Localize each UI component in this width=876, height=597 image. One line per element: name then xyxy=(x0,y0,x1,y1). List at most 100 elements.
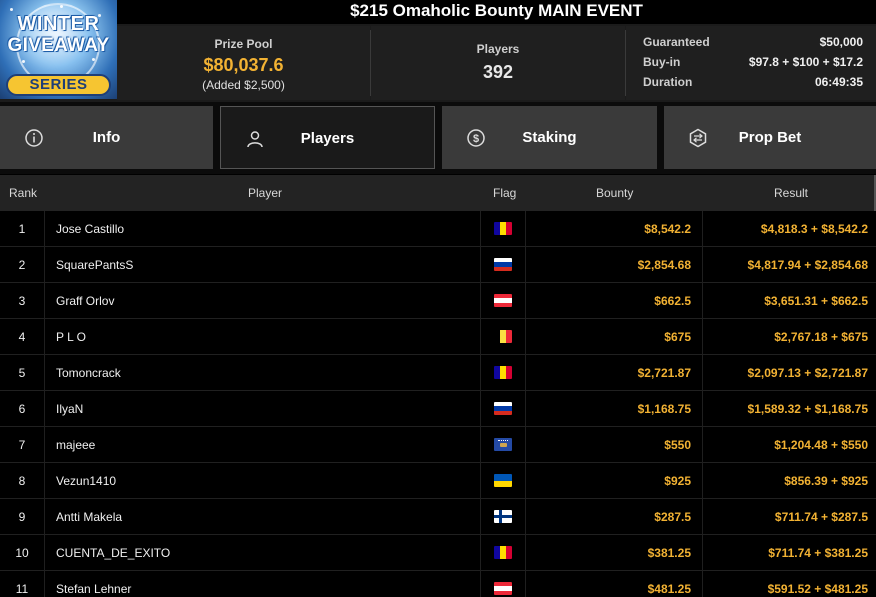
tab-info[interactable]: Info xyxy=(0,106,213,169)
tab-info-label: Info xyxy=(92,129,121,146)
tab-players-label: Players xyxy=(300,130,355,147)
result-cell: $1,589.32 + $1,168.75 xyxy=(747,402,868,416)
bounty-cell: $675 xyxy=(664,330,691,344)
header-flag[interactable]: Flag xyxy=(493,186,516,200)
winter-giveaway-logo: WINTER GIVEAWAY SERIES xyxy=(0,0,117,99)
column-divider xyxy=(44,355,45,391)
rank-cell: 5 xyxy=(18,366,26,380)
player-name-cell[interactable]: Tomoncrack xyxy=(56,366,121,380)
column-divider xyxy=(480,463,481,499)
result-cell: $2,097.13 + $2,721.87 xyxy=(747,366,868,380)
tab-prop-bet-label: Prop Bet xyxy=(738,129,802,146)
column-divider xyxy=(525,247,526,283)
column-divider xyxy=(702,427,703,463)
header-player[interactable]: Player xyxy=(248,186,282,200)
bounty-cell: $925 xyxy=(664,474,691,488)
prize-pool-value: $80,037.6 xyxy=(203,55,284,75)
column-divider xyxy=(480,355,481,391)
column-divider xyxy=(480,391,481,427)
duration-value: 06:49:35 xyxy=(814,75,863,89)
column-divider xyxy=(44,499,45,535)
result-cell: $3,651.31 + $662.5 xyxy=(764,294,868,308)
tab-staking[interactable]: $ Staking xyxy=(442,106,657,169)
table-row[interactable]: 4 P L O $675 $2,767.18 + $675 xyxy=(0,319,876,355)
table-row[interactable]: 8 Vezun1410 $925 $856.39 + $925 xyxy=(0,463,876,499)
tab-staking-label: Staking xyxy=(522,129,577,146)
table-row[interactable]: 5 Tomoncrack $2,721.87 $2,097.13 + $2,721.8… xyxy=(0,355,876,391)
buy-in-row: Buy-in $97.8 + $100 + $17.2 xyxy=(643,55,863,73)
header-result[interactable]: Result xyxy=(774,186,808,200)
rank-cell: 11 xyxy=(15,582,29,596)
player-name-cell[interactable]: P L O xyxy=(56,330,86,344)
column-divider xyxy=(525,427,526,463)
player-name-cell[interactable]: SquarePantsS xyxy=(56,258,133,272)
logo-line-3: SERIES xyxy=(29,76,88,93)
table-row[interactable]: 2 SquarePantsS $2,854.68 $4,817.94 + $2,854… xyxy=(0,247,876,283)
column-divider xyxy=(44,283,45,319)
column-divider xyxy=(44,247,45,283)
tournament-header: WINTER GIVEAWAY SERIES $215 Omaholic Bou… xyxy=(0,0,876,102)
player-name-cell[interactable]: CUENTA_DE_EXITO xyxy=(56,546,170,560)
player-name-cell[interactable]: Antti Makela xyxy=(56,510,122,524)
column-divider xyxy=(480,319,481,355)
rank-cell: 8 xyxy=(18,474,26,488)
column-divider xyxy=(702,463,703,499)
bounty-cell: $1,168.75 xyxy=(637,402,691,416)
column-divider xyxy=(44,535,45,571)
table-row[interactable]: 11 Stefan Lehner $481.25 $591.52 + $481.25 xyxy=(0,571,876,597)
bounty-cell: $550 xyxy=(664,438,691,452)
country-flag-icon xyxy=(494,438,512,451)
table-row[interactable]: 10 CUENTA_DE_EXITO $381.25 $711.74 + $381.2… xyxy=(0,535,876,571)
player-name-cell[interactable]: Vezun1410 xyxy=(56,474,116,488)
player-name-cell[interactable]: majeee xyxy=(56,438,95,452)
guaranteed-value: $50,000 xyxy=(819,35,863,49)
column-divider xyxy=(702,211,703,247)
result-cell: $856.39 + $925 xyxy=(784,474,868,488)
bounty-cell: $381.25 xyxy=(647,546,691,560)
table-row[interactable]: 9 Antti Makela $287.5 $711.74 + $287.5 xyxy=(0,499,876,535)
column-divider xyxy=(702,355,703,391)
column-divider xyxy=(480,247,481,283)
buy-in-label: Buy-in xyxy=(643,55,681,69)
prize-pool-label: Prize Pool xyxy=(214,37,273,51)
rank-cell: 4 xyxy=(18,330,26,344)
logo-line-1: WINTER xyxy=(17,13,100,35)
table-row[interactable]: 3 Graff Orlov $662.5 $3,651.31 + $662.5 xyxy=(0,283,876,319)
bounty-cell: $2,721.87 xyxy=(637,366,691,380)
table-row[interactable]: 1 Jose Castillo $8,542.2 $4,818.3 + $8,542.… xyxy=(0,211,876,247)
guaranteed-row: Guaranteed $50,000 xyxy=(643,35,863,53)
player-name-cell[interactable]: Jose Castillo xyxy=(56,222,124,236)
table-row[interactable]: 7 majeee $550 $1,204.48 + $550 xyxy=(0,427,876,463)
bounty-cell: $662.5 xyxy=(654,294,691,308)
rank-cell: 9 xyxy=(18,510,26,524)
player-name-cell[interactable]: IlyaN xyxy=(56,402,83,416)
column-divider xyxy=(44,319,45,355)
bounty-cell: $481.25 xyxy=(647,582,691,596)
column-divider xyxy=(525,391,526,427)
column-divider xyxy=(702,571,703,597)
result-cell: $711.74 + $381.25 xyxy=(768,546,868,560)
tournament-title: $215 Omaholic Bounty MAIN EVENT xyxy=(117,0,876,24)
tab-prop-bet[interactable]: Prop Bet xyxy=(664,106,876,169)
country-flag-icon xyxy=(494,258,512,271)
rank-cell: 6 xyxy=(18,402,26,416)
buy-in-value: $97.8 + $100 + $17.2 xyxy=(748,55,863,69)
header-rank[interactable]: Rank xyxy=(9,186,37,200)
players-table: Rank Player Flag Bounty Result 1 Jose Cas… xyxy=(0,175,876,597)
column-divider xyxy=(44,391,45,427)
bounty-cell: $2,854.68 xyxy=(637,258,691,272)
table-row[interactable]: 6 IlyaN $1,168.75 $1,589.32 + $1,168.75 xyxy=(0,391,876,427)
column-divider xyxy=(480,427,481,463)
column-divider xyxy=(44,571,45,597)
header-bounty[interactable]: Bounty xyxy=(596,186,633,200)
result-cell: $711.74 + $287.5 xyxy=(774,510,868,524)
column-divider xyxy=(702,391,703,427)
logo-line-2: GIVEAWAY xyxy=(7,35,110,56)
player-name-cell[interactable]: Graff Orlov xyxy=(56,294,114,308)
column-divider xyxy=(525,211,526,247)
player-name-cell[interactable]: Stefan Lehner xyxy=(56,582,131,596)
tab-players[interactable]: Players xyxy=(220,106,435,169)
guaranteed-label: Guaranteed xyxy=(643,35,710,49)
country-flag-icon xyxy=(494,546,512,559)
rank-cell: 7 xyxy=(18,438,26,452)
